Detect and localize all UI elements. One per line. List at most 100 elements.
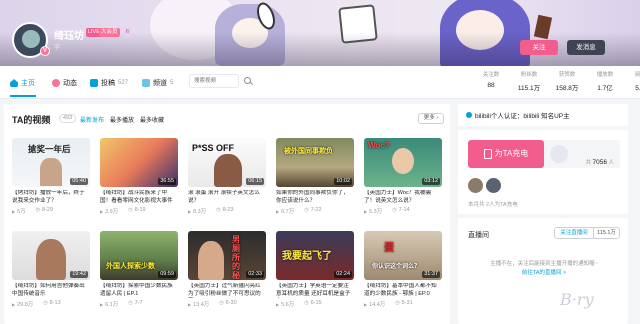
video-card[interactable]: 男厕所的秘密 02:33 【英国力士】过气新疆闪亮红为了吸引粉丝做了不可思议的事…: [188, 231, 266, 308]
stat-reads: 阅读数 5.7万: [624, 70, 640, 92]
thumbnail-caption: 外国人探索少数: [106, 263, 155, 270]
video-date: 7-14: [392, 207, 410, 215]
video-duration: 36:55: [158, 178, 176, 185]
sort-most-favorited[interactable]: 最多收藏: [140, 115, 164, 124]
video-card[interactable]: 外国人探索少数 09:59 【绮拜坊】探索中国少数民族遗留人民 | EP.1 6…: [100, 231, 178, 308]
video-title[interactable]: 【绮拜坊】基本中国人都不知道的少数民族 - 鄂族 | EP.0: [364, 283, 442, 298]
supporter-avatar[interactable]: [486, 178, 501, 193]
video-duration: 02:33: [246, 271, 264, 278]
thumbnail-person: [40, 158, 62, 186]
live-follow-count: 115.1万: [594, 227, 620, 239]
stat-value: 5.7万: [635, 85, 640, 92]
video-title[interactable]: 如果你的外国同事欺负你了，你应该说什么？: [276, 190, 354, 205]
watermark-logo: B·ry: [560, 290, 594, 309]
video-title[interactable]: 【烤拜坊】播放一年后，终于说我来交作业了？: [12, 190, 90, 205]
search-icon[interactable]: [244, 77, 251, 84]
follow-live-button[interactable]: 关注直播间: [554, 227, 594, 239]
thumbnail-caption: 蛋: [384, 243, 394, 254]
charge-count: 共 7056 人: [585, 159, 614, 166]
video-date: 7-7: [128, 300, 143, 308]
stat-label: 关注数: [482, 72, 500, 78]
video-date: 6-15: [304, 300, 322, 308]
video-card[interactable]: 19:42 【绮拜坊】如何用吉他弹奏出中国传统音乐 29.8万 8-13: [12, 231, 90, 308]
verification-notice: bilibili个人认证：bilibili 知名UP主: [458, 104, 628, 126]
video-title[interactable]: 【英国力士】学英语一定要注意耳机的质量 还好耳机是盒子中: [276, 283, 354, 298]
video-card[interactable]: Woc? 03:12 【英国力士】Woc？我被骗了！说英文怎么说？ 5.3万 7-…: [364, 138, 442, 215]
thumbnail-caption: Woc?: [368, 141, 390, 150]
video-date: 5-31: [395, 300, 413, 308]
video-card[interactable]: 36:55 【绮拜坊】战斗民族来了中国！看看零网文化影视大事件 3.9万 8-19: [100, 138, 178, 215]
section-title: TA的视频: [12, 115, 51, 125]
stat-value: 158.8万: [555, 85, 579, 92]
charge-button-label: 为TA充电: [494, 149, 529, 158]
charge-button[interactable]: 为TA充电: [468, 140, 544, 168]
video-card[interactable]: 搶奖一年后 05:40 【烤拜坊】播放一年后，终于说我来交作业了？ 5万 8-29: [12, 138, 90, 215]
video-duration: 09:59: [158, 271, 176, 278]
dynamic-icon: [52, 79, 60, 87]
charge-note: 本月共 2人为TA充电: [468, 202, 518, 208]
videos-panel: TA的视频 493 最新发布 最多播放 最多收藏 更多 › 搶奖一年后 05:4…: [4, 104, 450, 324]
video-card[interactable]: 我要起飞了 02:24 【英国力士】学英语一定要注意耳机的质量 还好耳机是盒子中…: [276, 231, 354, 308]
more-button[interactable]: 更多 ›: [418, 113, 444, 124]
verified-icon: [466, 112, 472, 118]
video-duration: 05:40: [70, 178, 88, 185]
video-thumbnail[interactable]: 被外国同事欺负 10:02: [276, 138, 354, 187]
thumbnail-caption: 搶奖一年后: [28, 144, 71, 154]
thumbnail-caption: 男厕所的秘密: [232, 235, 240, 280]
video-thumbnail[interactable]: 男厕所的秘密 02:33: [188, 231, 266, 280]
stat-following[interactable]: 关注数 88: [472, 70, 510, 92]
tab-home[interactable]: 主页: [10, 77, 35, 89]
live-offline-text: 主播不在，关注后能接到主播开播的通知喔~: [490, 261, 598, 267]
stat-value: 1.7亿: [597, 85, 613, 92]
stats-bar: 关注数 88 粉丝数 115.1万 获赞数 158.8万 播放数 1.7亿 阅读…: [472, 70, 640, 92]
stat-value: 115.1万: [517, 85, 541, 92]
thumbnail-caption: 被外国同事欺负: [284, 148, 333, 155]
stat-plays: 播放数 1.7亿: [586, 70, 624, 92]
video-thumbnail[interactable]: P*SS OFF 06:15: [188, 138, 266, 187]
thumbnail-person: [36, 239, 66, 280]
video-views: 14.4万: [364, 300, 385, 308]
video-title[interactable]: 【绮拜坊】战斗民族来了中国！看看零网文化影视大事件: [100, 190, 178, 205]
posts-count: 527: [118, 80, 129, 86]
stat-label: 播放数: [596, 72, 614, 78]
search-input[interactable]: [189, 74, 239, 88]
stat-fans[interactable]: 粉丝数 115.1万: [510, 70, 548, 92]
video-date: 8-13: [43, 300, 61, 308]
video-duration: 02:24: [334, 271, 352, 278]
video-duration: 31:37: [422, 271, 440, 278]
video-icon: [90, 79, 98, 87]
video-thumbnail[interactable]: 我要起飞了 02:24: [276, 231, 354, 280]
thumbnail-caption: 我要起飞了: [282, 251, 332, 262]
tab-dynamic[interactable]: 动态: [52, 77, 77, 89]
video-card[interactable]: 被外国同事欺负 10:02 如果你的外国同事欺负你了，你应该说什么？ 6.7万 7…: [276, 138, 354, 215]
video-title[interactable]: 【绮拜坊】如何用吉他弹奏出中国传统音乐: [12, 283, 90, 298]
video-title[interactable]: 【绮拜坊】探索中国少数民族遗留人民 | EP.1: [100, 283, 178, 298]
video-thumbnail[interactable]: 外国人探索少数 09:59: [100, 231, 178, 280]
go-live-room-link[interactable]: 前往TA的直播间 >: [468, 269, 620, 278]
video-title[interactable]: 【英国力士】过气新疆闪亮红为了吸引粉丝做了不可思议的事: [188, 283, 266, 298]
sort-latest[interactable]: 最新发布: [80, 115, 104, 124]
supporter-avatar[interactable]: [468, 178, 483, 193]
video-date: 6-30: [219, 300, 237, 308]
verification-text: bilibili个人认证：bilibili 知名UP主: [475, 113, 570, 120]
video-thumbnail[interactable]: Woc? 03:12: [364, 138, 442, 187]
video-title[interactable]: 【英国力士】Woc？我被骗了！说英文怎么说？: [364, 190, 442, 205]
video-thumbnail[interactable]: 搶奖一年后 05:40: [12, 138, 90, 187]
video-thumbnail[interactable]: 蛋 你认识这个词么？ 31:37: [364, 231, 442, 280]
message-button[interactable]: 发消息: [567, 40, 605, 55]
video-thumbnail[interactable]: 36:55: [100, 138, 178, 187]
more-label: 更多: [423, 115, 435, 121]
video-card[interactable]: 蛋 你认识这个词么？ 31:37 【绮拜坊】基本中国人都不知道的少数民族 - 鄂…: [364, 231, 442, 308]
tab-dynamic-label: 动态: [63, 80, 77, 87]
thumbnail-person: [392, 148, 414, 174]
follow-button[interactable]: 关注: [520, 40, 558, 55]
video-views: 6.1万: [100, 300, 118, 308]
video-title[interactable]: 滚 滚蛋 滚开 滚犊子英文怎么说？: [188, 190, 266, 205]
video-thumbnail[interactable]: 19:42: [12, 231, 90, 280]
stat-likes: 获赞数 158.8万: [548, 70, 586, 92]
tab-posts[interactable]: 投稿 527: [90, 77, 128, 89]
sort-most-played[interactable]: 最多播放: [110, 115, 134, 124]
tab-posts-label: 投稿: [101, 80, 115, 87]
video-card[interactable]: P*SS OFF 06:15 滚 滚蛋 滚开 滚犊子英文怎么说？ 8.3万 8-2…: [188, 138, 266, 215]
tab-channels[interactable]: 频道 5: [142, 77, 173, 89]
